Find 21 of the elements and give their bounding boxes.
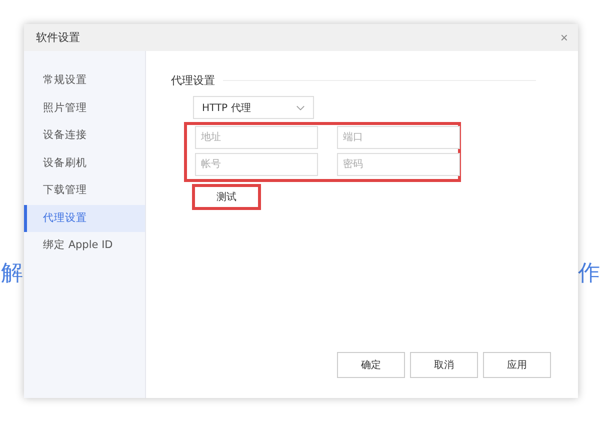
sidebar-item[interactable]: 常规设置: [24, 67, 145, 94]
sidebar-item[interactable]: 绑定 Apple ID: [24, 232, 145, 260]
sidebar-item[interactable]: 代理设置: [24, 204, 145, 232]
sidebar-item[interactable]: 设备刷机: [24, 150, 145, 177]
input-field[interactable]: 帐号: [195, 153, 318, 176]
dialog-button[interactable]: 取消: [410, 352, 478, 378]
proxy-type-dropdown[interactable]: HTTP 代理: [193, 96, 314, 119]
input-field[interactable]: 密码: [337, 153, 460, 176]
sidebar-item[interactable]: 照片管理: [24, 94, 145, 122]
section-heading: 代理设置: [171, 73, 215, 88]
input-field[interactable]: 地址: [195, 126, 318, 149]
background-text: 解: [1, 260, 23, 288]
window-title: 软件设置: [36, 30, 80, 45]
dialog-button[interactable]: 确定: [337, 352, 405, 378]
sidebar-item[interactable]: 下载管理: [24, 177, 145, 204]
sidebar-item[interactable]: 设备连接: [24, 122, 145, 150]
test-button[interactable]: 测试: [192, 184, 261, 210]
dialog-button[interactable]: 应用: [483, 352, 551, 378]
background-text: 作: [578, 260, 600, 288]
chevron-down-icon: [296, 104, 305, 110]
input-field[interactable]: 端口: [337, 126, 460, 149]
